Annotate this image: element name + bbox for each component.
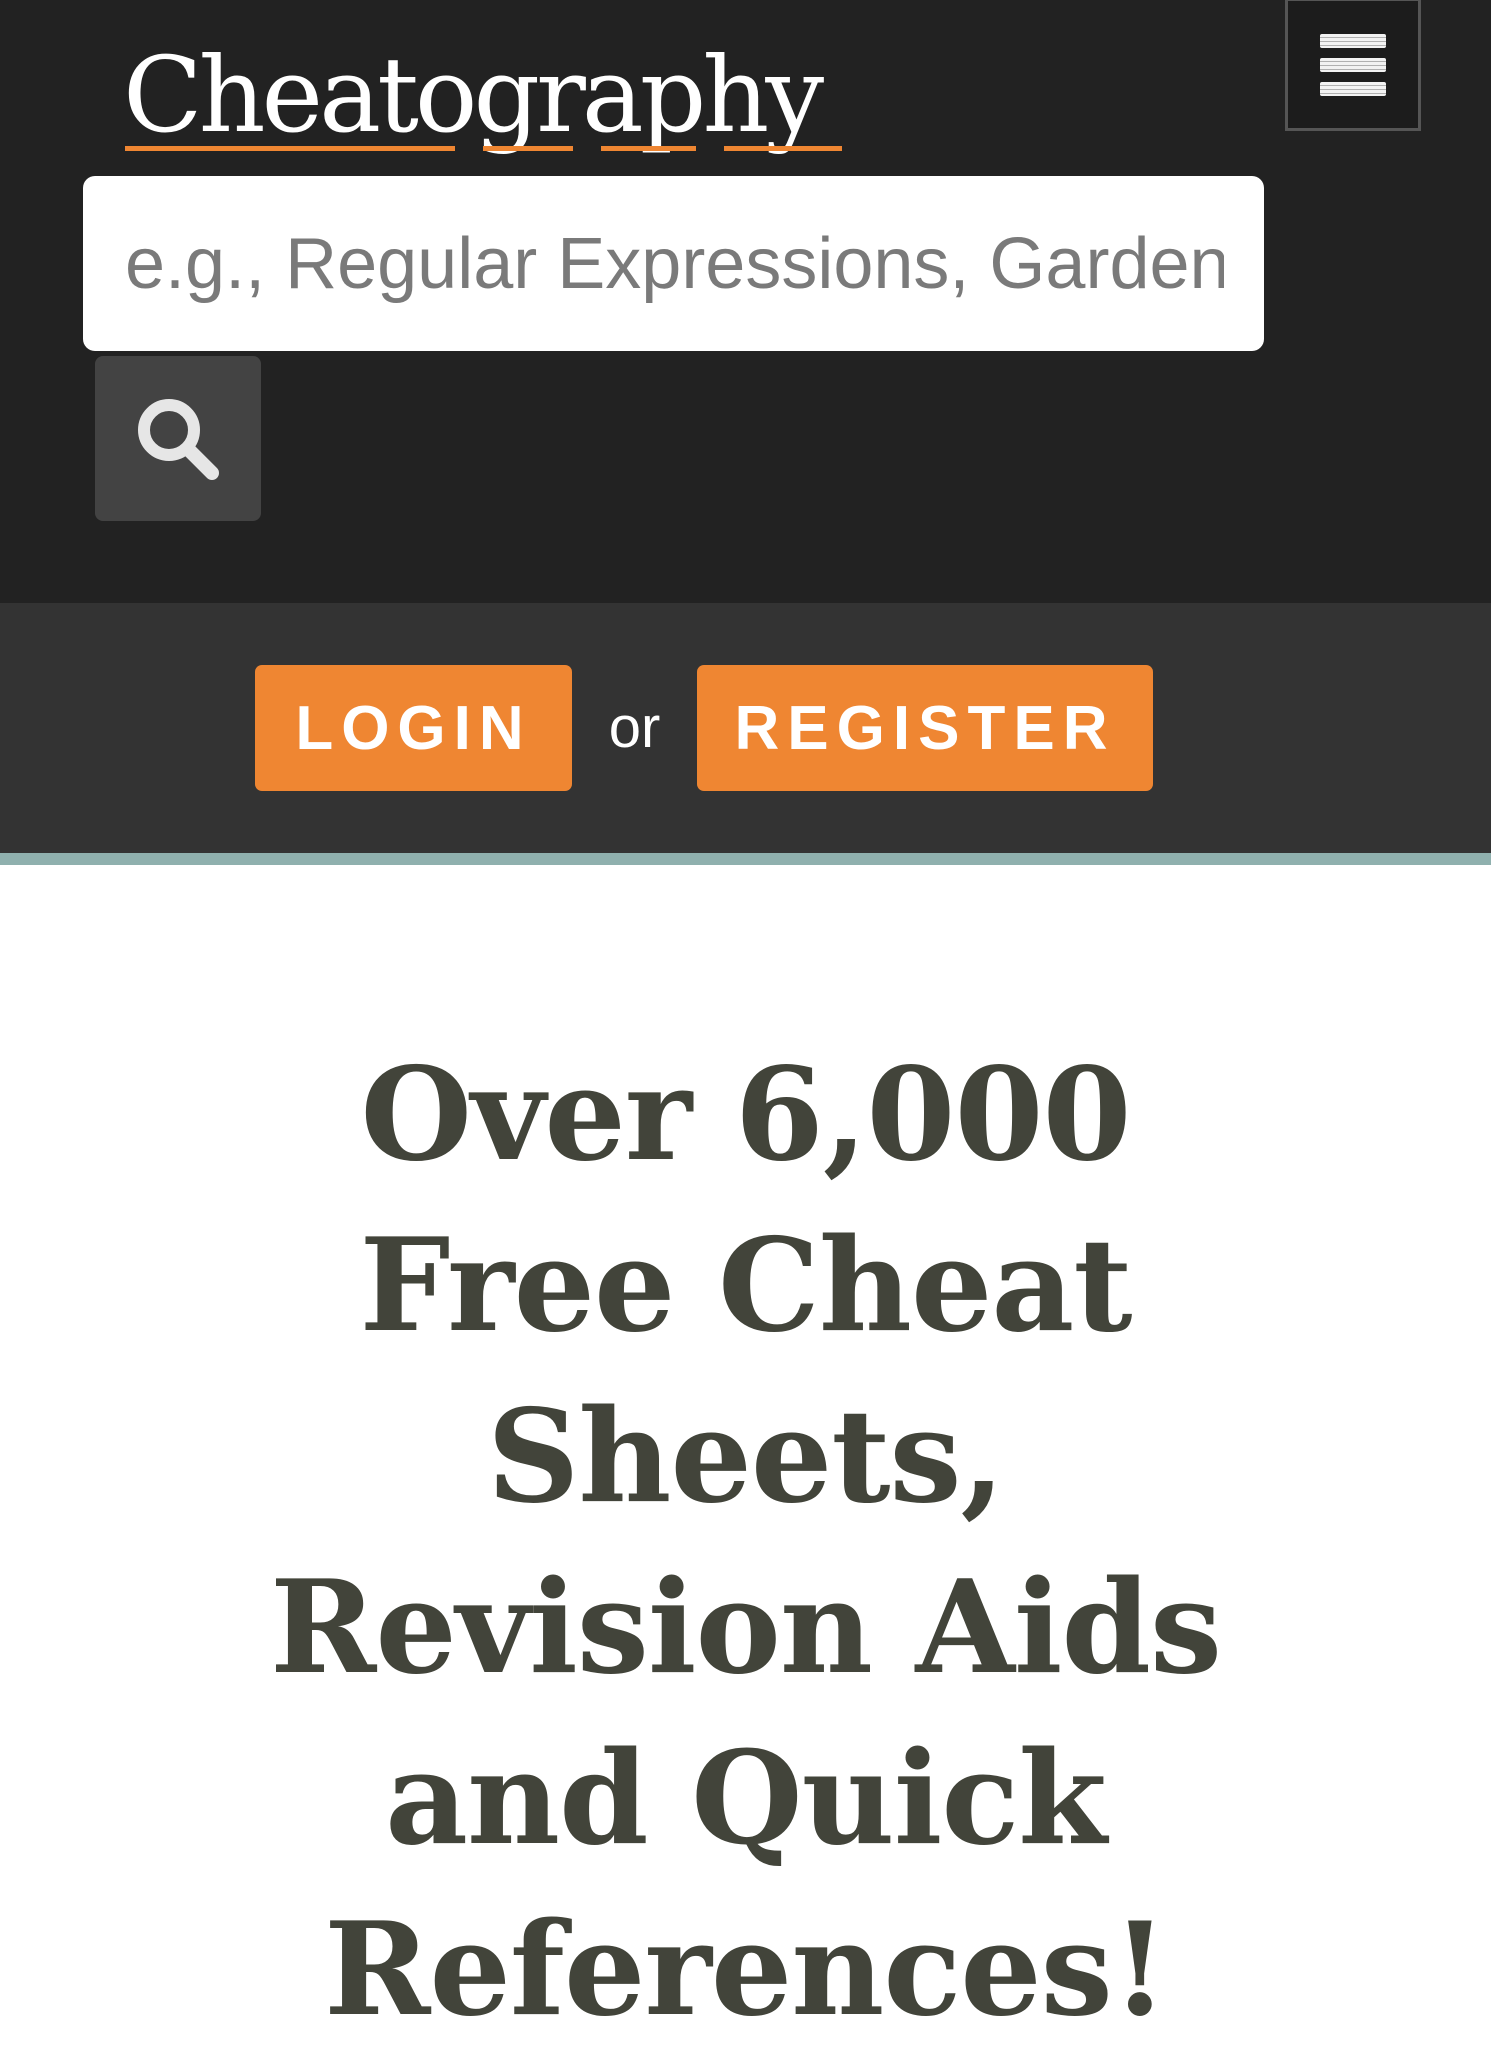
hamburger-menu-icon	[1320, 33, 1386, 96]
auth-separator: or	[608, 695, 661, 760]
register-button[interactable]: REGISTER	[697, 665, 1153, 791]
login-button[interactable]: LOGIN	[255, 665, 572, 791]
site-logo: Cheatography	[123, 34, 824, 156]
search-button[interactable]	[95, 356, 261, 521]
auth-row: LOGIN or REGISTER	[0, 665, 1491, 791]
hero-headline: Over 6,000 Free Cheat Sheets, Revision A…	[270, 1040, 1222, 2045]
auth-bar: LOGIN or REGISTER	[0, 603, 1491, 853]
menu-button[interactable]	[1285, 0, 1421, 131]
logo-underline-decoration	[125, 146, 842, 152]
search-input[interactable]	[83, 176, 1264, 351]
hero-section: Over 6,000 Free Cheat Sheets, Revision A…	[0, 1030, 1491, 2056]
site-header: Cheatography	[0, 0, 1491, 603]
site-logo-link[interactable]: Cheatography	[123, 30, 842, 160]
header-divider	[0, 853, 1491, 865]
search-icon	[138, 398, 219, 480]
